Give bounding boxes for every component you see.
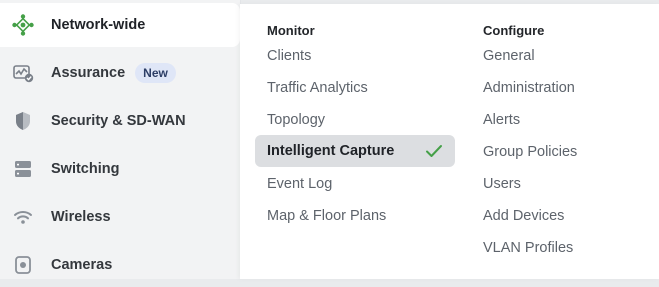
camera-icon	[12, 254, 34, 276]
network-wide-menu: Monitor Clients Traffic Analytics Topolo…	[240, 4, 659, 279]
sidebar-item-switching[interactable]: Switching	[0, 147, 240, 191]
network-icon	[12, 14, 34, 36]
sidebar: Network-wide Assurance New Security & SD…	[0, 0, 241, 279]
configure-heading: Configure	[483, 23, 545, 38]
selected-item-label: Intelligent Capture	[267, 143, 395, 159]
monitor-heading: Monitor	[267, 23, 315, 38]
shield-icon	[12, 110, 34, 132]
wifi-icon	[12, 206, 34, 228]
sidebar-item-label: Security & SD-WAN	[51, 113, 186, 129]
sidebar-item-label: Switching	[51, 161, 120, 177]
menu-item-group-policies[interactable]: Group Policies	[483, 144, 577, 160]
sidebar-item-cameras[interactable]: Cameras	[0, 243, 240, 287]
menu-item-clients[interactable]: Clients	[267, 48, 311, 64]
sidebar-item-network-wide[interactable]: Network-wide	[0, 3, 240, 47]
menu-item-map-floor-plans[interactable]: Map & Floor Plans	[267, 208, 386, 224]
new-badge: New	[135, 63, 176, 83]
menu-item-users[interactable]: Users	[483, 176, 521, 192]
menu-item-administration[interactable]: Administration	[483, 80, 575, 96]
sidebar-item-label: Wireless	[51, 209, 111, 225]
assurance-icon	[12, 62, 34, 84]
menu-item-add-devices[interactable]: Add Devices	[483, 208, 564, 224]
menu-item-vlan-profiles[interactable]: VLAN Profiles	[483, 240, 573, 256]
switch-icon	[12, 158, 34, 180]
sidebar-item-label: Assurance	[51, 65, 126, 81]
sidebar-item-security-sd-wan[interactable]: Security & SD-WAN	[0, 99, 240, 143]
sidebar-item-assurance[interactable]: Assurance New	[0, 51, 240, 95]
menu-item-event-log[interactable]: Event Log	[267, 176, 332, 192]
menu-item-topology[interactable]: Topology	[267, 112, 325, 128]
checkmark-icon	[425, 143, 443, 164]
menu-item-alerts[interactable]: Alerts	[483, 112, 520, 128]
menu-item-traffic-analytics[interactable]: Traffic Analytics	[267, 80, 368, 96]
menu-item-general[interactable]: General	[483, 48, 535, 64]
sidebar-item-wireless[interactable]: Wireless	[0, 195, 240, 239]
menu-item-intelligent-capture[interactable]: Intelligent Capture	[255, 135, 455, 167]
sidebar-item-label: Network-wide	[51, 17, 146, 33]
sidebar-item-label: Cameras	[51, 257, 113, 273]
